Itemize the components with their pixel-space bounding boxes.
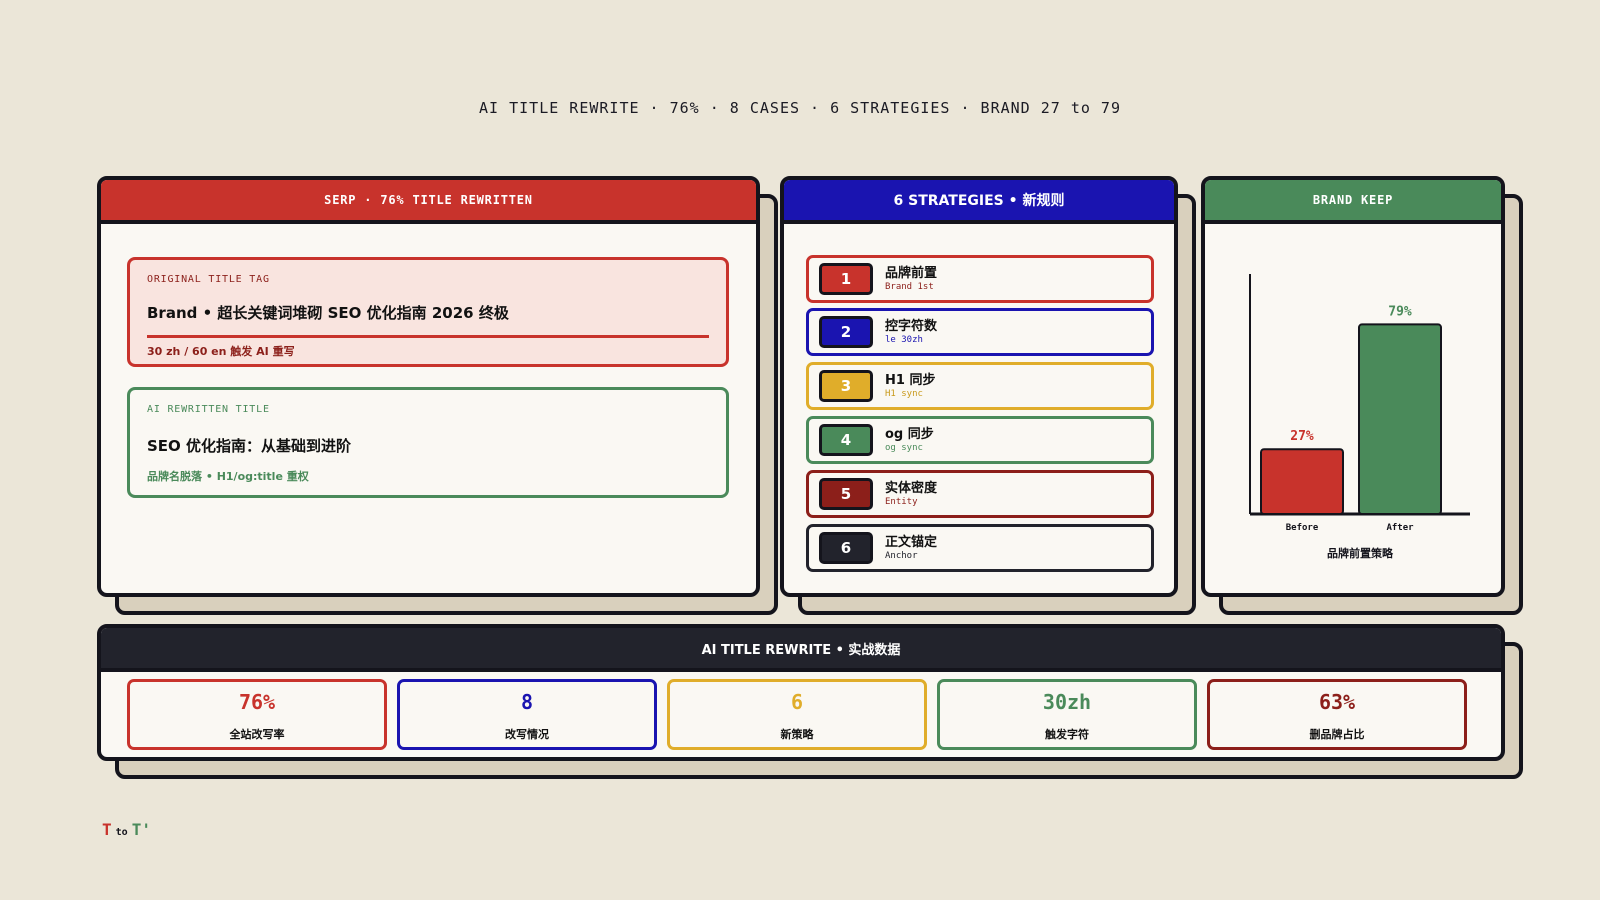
bar-value-label: 27% — [1290, 429, 1314, 444]
strategy-label: og 同步 — [885, 427, 934, 442]
bar-after — [1358, 323, 1442, 516]
stat-label: 触发字符 — [1045, 728, 1089, 741]
stats-panel-title: AI TITLE REWRITE • 实战数据 — [101, 628, 1501, 672]
strategy-label: 实体密度 — [885, 481, 938, 496]
header-summary: AI TITLE REWRITE · 76% · 8 CASES · 6 STR… — [479, 99, 1121, 117]
stat-value: 6 — [790, 690, 804, 714]
stat-card: 8 改写情况 — [397, 679, 657, 750]
strategy-label: H1 同步 — [885, 373, 936, 388]
bar-before — [1260, 448, 1344, 515]
serp-panel-title: SERP · 76% TITLE REWRITTEN — [101, 180, 756, 224]
strategy-item[interactable]: 1 品牌前置 Brand 1st — [806, 255, 1154, 303]
strategies-panel-title: 6 STRATEGIES • 新规则 — [784, 180, 1174, 224]
strategy-number: 4 — [819, 424, 873, 456]
strategy-number: 2 — [819, 316, 873, 348]
brand-keep-chart: 27% Before 79% After 品牌前置策略 — [1249, 274, 1470, 560]
strategy-number: 3 — [819, 370, 873, 402]
stat-label: 新策略 — [780, 728, 814, 741]
bar-category-label: After — [1386, 523, 1414, 533]
strategy-sub: Brand 1st — [885, 282, 934, 292]
original-title-text: Brand • 超长关键词堆砌 SEO 优化指南 2026 终极 — [147, 304, 509, 322]
ai-rewritten-title-card: AI REWRITTEN TITLE SEO 优化指南：从基础到进阶 品牌名脱落… — [127, 387, 729, 498]
chart-caption: 品牌前置策略 — [1327, 546, 1394, 560]
strategy-sub: H1 sync — [885, 389, 923, 399]
original-title-note: 30 zh / 60 en 触发 AI 重写 — [147, 345, 295, 358]
stat-card: 63% 删品牌占比 — [1207, 679, 1467, 750]
strategy-number: 5 — [819, 478, 873, 510]
strategy-sub: Anchor — [885, 551, 918, 561]
stat-card: 30zh 触发字符 — [937, 679, 1197, 750]
original-title-tag: ORIGINAL TITLE TAG — [147, 274, 270, 285]
bar-category-label: Before — [1286, 523, 1319, 533]
strategy-sub: og sync — [885, 443, 923, 453]
serp-panel: SERP · 76% TITLE REWRITTEN ORIGINAL TITL… — [97, 176, 778, 615]
footer-t-after: T' — [131, 820, 151, 839]
stats-panel: AI TITLE REWRITE • 实战数据 76% 全站改写率 8 改写情况… — [97, 624, 1523, 779]
ai-rewritten-title-text: SEO 优化指南：从基础到进阶 — [147, 437, 352, 455]
strategy-label: 控字符数 — [885, 319, 938, 334]
footer-t-before: T — [102, 820, 112, 839]
stat-value: 8 — [520, 690, 534, 714]
strategy-item[interactable]: 3 H1 同步 H1 sync — [806, 362, 1154, 410]
strategy-number: 6 — [819, 532, 873, 564]
stat-card: 76% 全站改写率 — [127, 679, 387, 750]
strategy-number: 1 — [819, 263, 873, 295]
strategy-item[interactable]: 2 控字符数 le 30zh — [806, 308, 1154, 356]
stat-label: 改写情况 — [505, 728, 549, 741]
strategy-label: 品牌前置 — [885, 266, 938, 281]
stat-value: 76% — [238, 690, 276, 714]
stat-value: 63% — [1318, 690, 1356, 714]
footer-to: to — [115, 827, 128, 838]
original-title-divider — [147, 335, 709, 338]
strategy-sub: le 30zh — [885, 335, 923, 345]
original-title-card: ORIGINAL TITLE TAG Brand • 超长关键词堆砌 SEO 优… — [127, 257, 729, 367]
strategy-item[interactable]: 5 实体密度 Entity — [806, 470, 1154, 518]
strategy-sub: Entity — [885, 497, 918, 507]
bar-value-label: 79% — [1388, 304, 1412, 319]
strategy-item[interactable]: 6 正文锚定 Anchor — [806, 524, 1154, 572]
brand-keep-title: BRAND KEEP — [1205, 180, 1501, 224]
ai-rewritten-tag: AI REWRITTEN TITLE — [147, 404, 270, 415]
strategies-panel: 6 STRATEGIES • 新规则 1 品牌前置 Brand 1st 2 控字… — [780, 176, 1196, 615]
strategy-label: 正文锚定 — [885, 535, 938, 550]
footer-logo: Tto T' — [102, 820, 151, 839]
stat-label: 全站改写率 — [229, 728, 285, 741]
brand-keep-panel: BRAND KEEP 27% Before 79% After 品牌前置策略 — [1201, 176, 1523, 615]
stat-label: 删品牌占比 — [1309, 728, 1365, 741]
ai-rewritten-note: 品牌名脱落 • H1/og:title 重权 — [147, 470, 309, 483]
strategy-item[interactable]: 4 og 同步 og sync — [806, 416, 1154, 464]
stat-card: 6 新策略 — [667, 679, 927, 750]
stat-value: 30zh — [1042, 690, 1092, 714]
